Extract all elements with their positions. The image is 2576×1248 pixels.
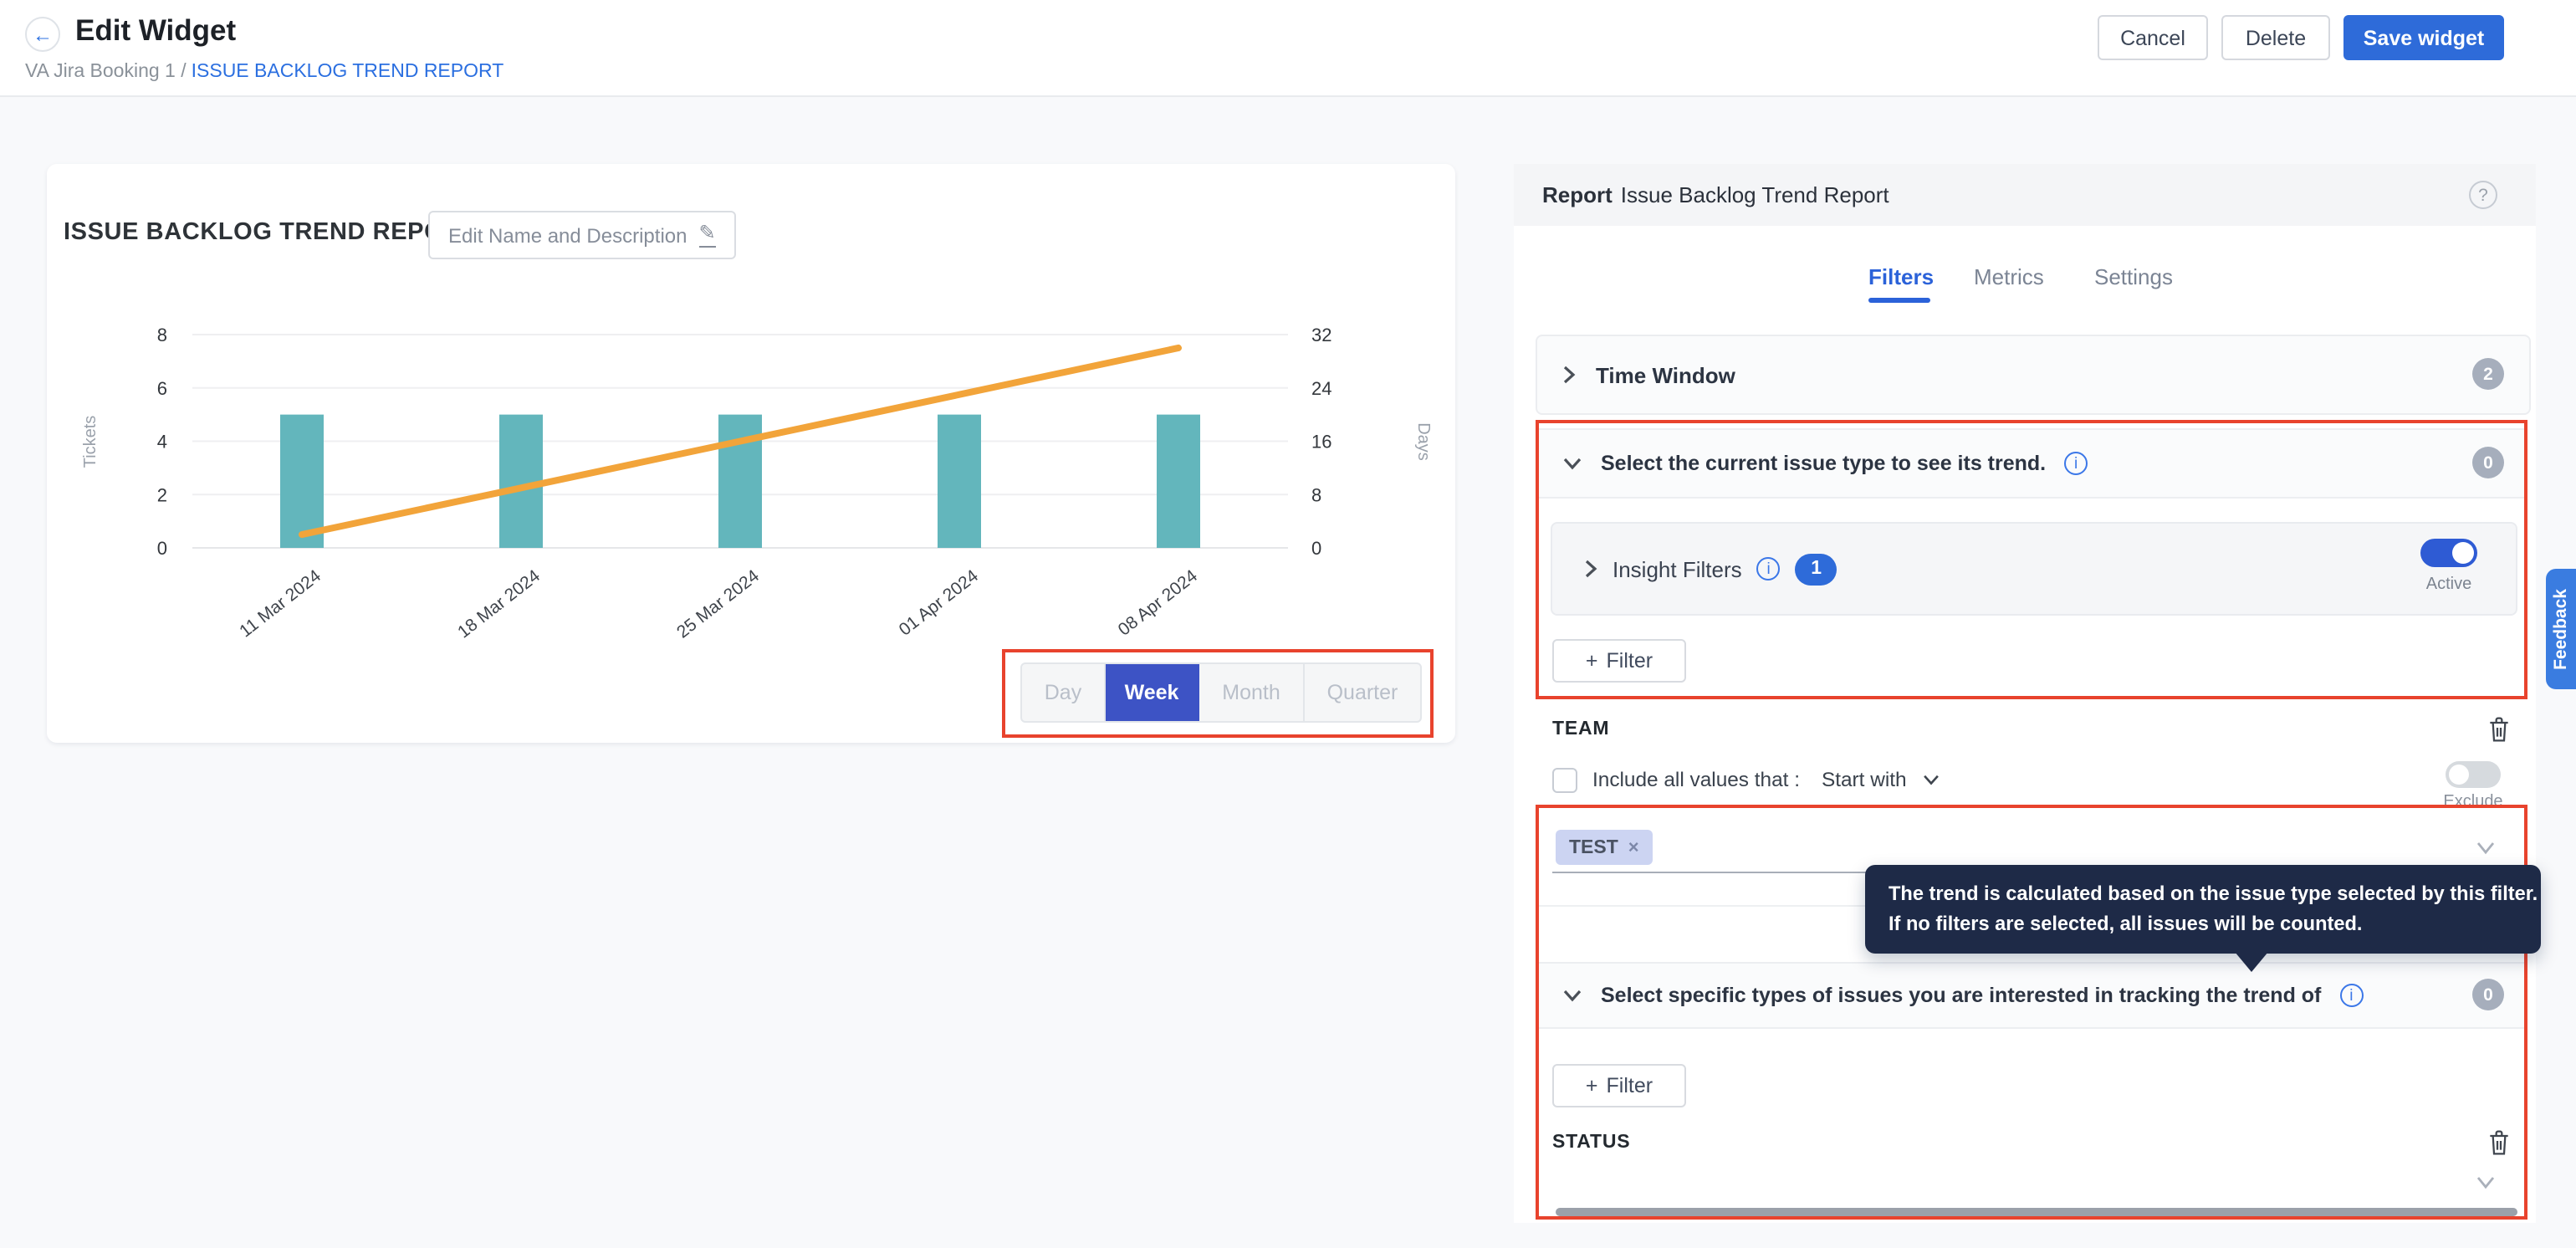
page-title: Edit Widget <box>75 13 236 49</box>
current-issue-type-section-header[interactable] <box>1536 428 2527 499</box>
plus-icon: + <box>1586 1074 1598 1097</box>
include-all-values-label: Include all values that : <box>1592 768 1800 791</box>
granularity-month[interactable]: Month <box>1199 664 1305 721</box>
team-tag-label: TEST <box>1569 837 1618 857</box>
left-axis-tick: 4 <box>157 432 167 453</box>
time-window-count-badge: 2 <box>2472 358 2504 390</box>
trash-icon[interactable] <box>2486 1128 2512 1158</box>
arrow-left-icon: ← <box>33 23 53 46</box>
insight-filters-active-toggle[interactable] <box>2420 539 2477 567</box>
granularity-quarter[interactable]: Quarter <box>1305 664 1420 721</box>
edit-name-description-button[interactable]: Edit Name and Description ✎ <box>428 211 736 259</box>
x-axis-label: 11 Mar 2024 <box>236 566 325 642</box>
insight-filters-card[interactable] <box>1551 522 2517 616</box>
help-button[interactable]: ? <box>2469 181 2497 209</box>
include-all-values-checkbox[interactable] <box>1552 767 1577 792</box>
feedback-tab[interactable]: Feedback <box>2546 569 2576 689</box>
widget-title: ISSUE BACKLOG TREND REPORT <box>64 219 477 246</box>
save-widget-button[interactable]: Save widget <box>2343 15 2504 60</box>
tab-filters[interactable]: Filters <box>1868 264 1934 289</box>
current-issue-type-count-badge: 0 <box>2472 447 2504 478</box>
panel-header-report-label: Report <box>1542 182 1613 207</box>
horizontal-scrollbar[interactable] <box>1556 1208 2517 1216</box>
bar-11 Mar 2024[interactable] <box>280 415 324 548</box>
info-icon[interactable]: i <box>2064 452 2088 475</box>
active-toggle-label: Active <box>2420 575 2477 594</box>
x-axis-label: 01 Apr 2024 <box>896 566 983 640</box>
toggle-knob <box>2449 765 2469 785</box>
breadcrumb: VA Jira Booking 1 /ISSUE BACKLOG TREND R… <box>25 62 503 82</box>
granularity-week[interactable]: Week <box>1106 664 1199 721</box>
left-axis-tick: 6 <box>157 378 167 399</box>
remove-tag-icon[interactable]: × <box>1628 837 1639 857</box>
panel-header-report-name: Issue Backlog Trend Report <box>1621 182 1889 207</box>
add-filter-button[interactable]: + Filter <box>1552 639 1686 683</box>
edit-widget-page: ← Edit Widget VA Jira Booking 1 /ISSUE B… <box>0 0 2576 1248</box>
right-axis-tick: 32 <box>1311 325 1331 345</box>
back-button[interactable]: ← <box>25 17 60 52</box>
team-include-row: Include all values that : Start with <box>1552 763 1940 796</box>
top-header-bar: ← Edit Widget VA Jira Booking 1 /ISSUE B… <box>0 0 2576 97</box>
trash-icon[interactable] <box>2486 714 2512 744</box>
granularity-day[interactable]: Day <box>1022 664 1106 721</box>
delete-button[interactable]: Delete <box>2221 15 2330 60</box>
tab-metrics[interactable]: Metrics <box>1974 264 2044 289</box>
plus-icon: + <box>1586 649 1598 673</box>
left-axis-tick: 0 <box>157 538 167 559</box>
tooltip-line-2: If no filters are selected, all issues w… <box>1889 909 2517 940</box>
x-axis-label: 18 Mar 2024 <box>454 566 544 642</box>
tooltip-line-1: The trend is calculated based on the iss… <box>1889 878 2517 909</box>
issue-backlog-trend-chart: 0246808162432TicketsDays11 Mar 202418 Ma… <box>47 281 1455 674</box>
tab-settings[interactable]: Settings <box>2094 264 2173 289</box>
right-axis-tick: 8 <box>1311 484 1321 505</box>
left-axis-title: Tickets <box>81 416 100 468</box>
right-axis-tick: 24 <box>1311 378 1331 399</box>
exclude-toggle-label: Exclude <box>2434 793 2512 811</box>
breadcrumb-current-link[interactable]: ISSUE BACKLOG TREND REPORT <box>192 62 504 82</box>
bar-08 Apr 2024[interactable] <box>1157 415 1200 548</box>
add-filter-label: Filter <box>1607 1074 1653 1097</box>
status-filter-name: STATUS <box>1552 1133 1630 1153</box>
chevron-down-icon[interactable] <box>2476 841 2496 855</box>
team-value-tag: TEST × <box>1556 830 1653 865</box>
add-filter-button[interactable]: + Filter <box>1552 1064 1686 1107</box>
right-axis-tick: 16 <box>1311 432 1331 453</box>
chevron-down-icon[interactable] <box>1922 774 1940 785</box>
left-axis-tick: 8 <box>157 325 167 345</box>
specific-issue-types-section-header[interactable] <box>1536 962 2527 1029</box>
operator-select-value[interactable]: Start with <box>1822 768 1907 791</box>
panel-header: Report Issue Backlog Trend Report <box>1514 164 2536 226</box>
breadcrumb-dashboard: VA Jira Booking 1 / <box>25 62 187 82</box>
add-filter-label: Filter <box>1607 649 1653 673</box>
exclude-toggle[interactable] <box>2446 761 2501 788</box>
bar-01 Apr 2024[interactable] <box>938 415 981 548</box>
info-icon[interactable]: i <box>2339 984 2363 1007</box>
toggle-knob <box>2452 542 2474 564</box>
right-axis-tick: 0 <box>1311 538 1321 559</box>
left-axis-tick: 2 <box>157 484 167 505</box>
bar-25 Mar 2024[interactable] <box>718 415 762 548</box>
x-axis-label: 25 Mar 2024 <box>673 566 763 642</box>
right-axis-title: Days <box>1414 422 1433 461</box>
feedback-tab-label: Feedback <box>2551 589 2571 670</box>
question-mark-icon: ? <box>2478 185 2488 205</box>
specific-issue-types-count-badge: 0 <box>2472 979 2504 1010</box>
granularity-toggle-group: Day Week Month Quarter <box>1020 662 1422 723</box>
edit-button-label: Edit Name and Description <box>448 223 687 247</box>
x-axis-label: 08 Apr 2024 <box>1115 566 1202 640</box>
team-filter-name: TEAM <box>1552 719 1609 739</box>
cancel-button[interactable]: Cancel <box>2098 15 2208 60</box>
bar-18 Mar 2024[interactable] <box>499 415 543 548</box>
active-tab-underline <box>1868 298 1930 302</box>
trend-info-tooltip: The trend is calculated based on the iss… <box>1865 865 2541 953</box>
chevron-down-icon[interactable] <box>2476 1176 2496 1189</box>
time-window-accordion[interactable] <box>1536 335 2531 415</box>
pencil-edit-icon: ✎ <box>698 223 715 247</box>
